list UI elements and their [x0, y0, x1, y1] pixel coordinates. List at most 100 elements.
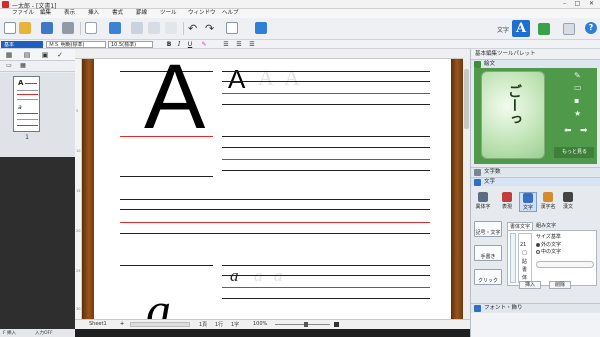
layout-icon[interactable] [85, 22, 97, 34]
zoom-in-icon[interactable] [334, 322, 339, 327]
style-combo[interactable]: 基本 [1, 41, 43, 48]
tool-expression[interactable]: 表現 [498, 192, 516, 210]
outline-tab-icon[interactable]: ▣ [40, 50, 50, 60]
undo-icon[interactable]: ↶ [188, 22, 197, 35]
print-icon[interactable] [62, 22, 74, 34]
find-icon[interactable] [226, 22, 238, 34]
align-left-icon[interactable]: ☰ [222, 41, 230, 48]
section-char-count[interactable]: 文字数 [471, 167, 600, 176]
vertical-scrollbar[interactable] [463, 49, 470, 319]
align-right-icon[interactable]: ☰ [248, 41, 256, 48]
section-font-decoration[interactable]: フォント・飾り [471, 303, 600, 312]
zoom-level[interactable]: 100% [253, 321, 267, 327]
preview-slider[interactable] [536, 261, 594, 268]
format-bar: 基本 ＭＳ 明朝(標準) 10.5(標準) B I U ✎ ☰ ☰ ☰ [0, 40, 600, 49]
delete-button[interactable]: 削除 [549, 281, 571, 289]
menu-insert[interactable]: 挿入 [86, 9, 101, 18]
italic-button[interactable]: I [175, 41, 183, 48]
list-value[interactable]: 21 [520, 242, 526, 248]
trash-icon[interactable]: ▪ [574, 96, 579, 105]
char-options-panel: 21 □ 貼 書 体 サイズ基準 外の文字 中の文字 [507, 230, 597, 286]
menu-ruled-lines[interactable]: 罫線 [134, 9, 149, 18]
insert-button[interactable]: 挿入 [519, 281, 541, 289]
redo-icon[interactable]: ↷ [205, 22, 214, 35]
open-folder-icon[interactable] [19, 22, 31, 34]
check-icon[interactable]: ✓ [55, 50, 65, 60]
char-list[interactable]: 21 □ 貼 書 体 [518, 233, 532, 283]
font-combo[interactable]: ＭＳ 明朝(標準) [46, 41, 106, 48]
symbol-char-button[interactable]: 記号・文字 [474, 221, 502, 237]
menu-file[interactable]: ファイル [10, 9, 36, 18]
add-sheet-button[interactable]: + [120, 321, 124, 327]
arrow-left-icon[interactable]: ⬅ [564, 126, 572, 136]
handwriting-button[interactable]: 手書き [474, 245, 502, 261]
list-value[interactable]: 体 [522, 274, 527, 281]
align-center-icon[interactable]: ☰ [235, 41, 243, 48]
tab-combined-chars[interactable]: 組み文字 [534, 222, 558, 229]
copy-icon[interactable] [131, 22, 143, 34]
status-bar: Sheet1 + 1頁 1行 1字 100% [75, 319, 470, 329]
document-page[interactable]: A A A A a a a a [94, 59, 451, 319]
zoom-slider[interactable] [275, 324, 330, 325]
layout-tab-icon[interactable]: ▤ [22, 50, 32, 60]
menu-view[interactable]: 表示 [62, 9, 77, 18]
arrow-right-icon[interactable]: ➡ [580, 126, 588, 136]
menu-window[interactable]: ウィンドウ [186, 9, 218, 18]
thumbnail-letter: A [18, 79, 24, 87]
large-letter-a: a [146, 282, 171, 319]
menu-help[interactable]: ヘルプ [220, 9, 241, 18]
sticker-preview[interactable]: ごーっ [481, 71, 545, 159]
star-icon[interactable]: ★ [574, 109, 581, 118]
more-stickers-button[interactable]: もっと見る [554, 147, 594, 158]
minimize-button[interactable]: – [558, 0, 571, 8]
menu-tools[interactable]: ツール [158, 9, 179, 18]
option-inner-char[interactable]: 中の文字 [536, 248, 561, 255]
save-icon[interactable] [41, 22, 53, 34]
bold-button[interactable]: B [165, 41, 173, 48]
new-document-icon[interactable] [4, 22, 16, 34]
launcher-icon[interactable] [255, 22, 267, 34]
paste-icon[interactable] [148, 22, 160, 34]
clipboard-icon[interactable] [165, 22, 177, 34]
image-icon[interactable]: ▭ [574, 83, 582, 92]
ime-status[interactable]: 入力OFF [35, 330, 53, 336]
zoom-slider-thumb[interactable] [304, 322, 308, 327]
list-value[interactable]: 貼 [522, 258, 527, 265]
text-color-icon[interactable]: ✎ [200, 41, 208, 48]
tool-text[interactable]: 文字 [519, 192, 537, 212]
page-thumbnail[interactable]: A a [13, 76, 40, 132]
underline-button[interactable]: U [186, 41, 194, 48]
size-combo[interactable]: 10.5(標準) [108, 41, 153, 48]
list-value[interactable]: □ [522, 250, 527, 256]
sheet-tab[interactable]: Sheet1 [89, 321, 107, 327]
section-text[interactable]: 文字 [471, 177, 600, 186]
view-grid-icon[interactable]: ▦ [18, 61, 28, 71]
tool-variant-char[interactable]: 異体字 [474, 192, 492, 210]
grid-icon[interactable] [538, 23, 550, 35]
text-mode-button[interactable]: A [512, 20, 530, 37]
maximize-button[interactable]: □ [571, 0, 584, 8]
menu-edit[interactable]: 編集 [38, 9, 53, 18]
text-tool-icon [523, 193, 533, 203]
cut-icon[interactable] [109, 22, 121, 34]
horizontal-scrollbar[interactable] [130, 322, 190, 327]
pen-icon[interactable]: ✎ [574, 71, 581, 80]
ruler-number: 15 [76, 189, 81, 193]
tool-kanji-name[interactable]: 漢字名 [539, 192, 557, 210]
insert-mode[interactable]: F 挿入 [3, 330, 16, 336]
view-list-icon[interactable]: ▭ [4, 61, 14, 71]
help-icon[interactable]: ? [585, 22, 597, 34]
menu-format[interactable]: 書式 [110, 9, 125, 18]
list-value[interactable]: 書 [522, 266, 527, 273]
horizontal-ruler [75, 49, 470, 59]
click-button[interactable]: クリック [474, 269, 502, 285]
palette-icon[interactable] [563, 23, 575, 35]
thumbnail-area: A a 1 [0, 73, 75, 157]
section-sticker[interactable]: 絵文 [471, 59, 600, 68]
close-button[interactable]: ✕ [585, 0, 598, 8]
thumbnails-tab-icon[interactable]: ▦ [4, 50, 14, 60]
option-outer-char[interactable]: 外の文字 [536, 241, 561, 248]
scrollbar-thumb[interactable] [464, 69, 469, 129]
char-list-column[interactable] [510, 233, 516, 283]
tool-kanbun[interactable]: 漢文 [559, 192, 577, 210]
